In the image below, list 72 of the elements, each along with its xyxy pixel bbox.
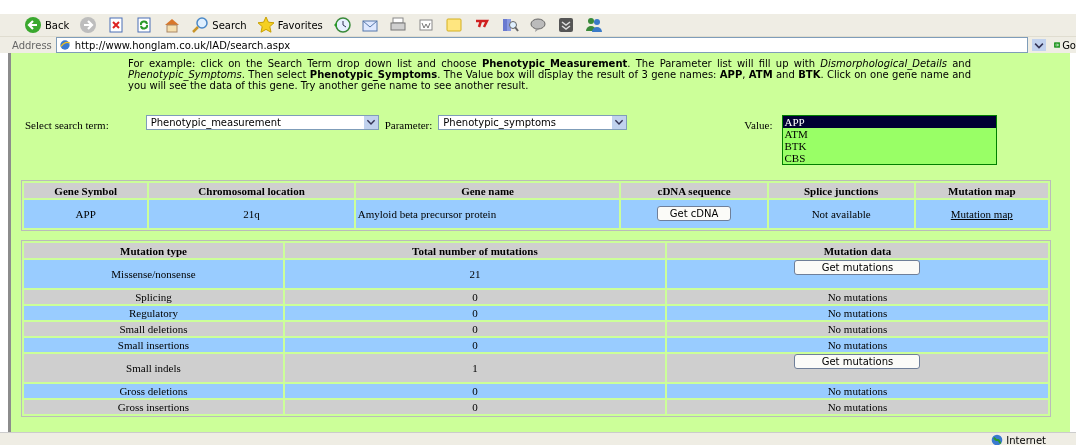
table-cell: Missense/nonsense (24, 260, 283, 289)
go-button[interactable]: Go (1050, 39, 1076, 51)
table-cell: 0 (284, 400, 665, 415)
parameter-label: Parameter: (384, 119, 433, 132)
instructions-text: For example: click on the Search Term drop down list and choose Phenotypic_Measurement. The Parameter list will fill up with Dismorphological_Details and Phenotypic_Symptoms. Then select Phenotypic_Symptoms. The Value box will display the result of 3 gene names: APP, ATM and BTK. Click on one gene name and you will see the data of this gene. Try another gene name to see another result. (128, 59, 971, 92)
list-option[interactable]: CBS (783, 152, 997, 165)
column-header: Gene name (355, 183, 620, 199)
search-term-label: Select search term: (25, 119, 109, 132)
chevron-box-icon (556, 16, 575, 34)
column-header: Chromosomal location (149, 183, 354, 199)
value-listbox[interactable]: APP ATM BTK CBS (782, 115, 998, 166)
document-edit-icon (416, 16, 435, 34)
table-cell: 0 (284, 290, 665, 305)
back-arrow-icon (24, 16, 42, 34)
internet-zone-label: Internet (1006, 434, 1046, 445)
books-magnifier-icon (500, 16, 519, 34)
people-icon (584, 16, 603, 34)
search-term-dropdown[interactable]: Phenotypic_measurement (145, 115, 379, 131)
back-arrow-button[interactable]: Back (22, 15, 72, 35)
table-cell: 0 (284, 338, 665, 353)
get-cdna-button[interactable]: Get cDNA (656, 206, 732, 222)
table-cell: No mutations (666, 338, 1048, 353)
table-cell: APP (24, 200, 148, 229)
stop-icon (107, 16, 126, 34)
table-cell: Amyloid beta precursor protein (355, 200, 620, 229)
get-mutations-button[interactable]: Get mutations (794, 260, 921, 276)
value-label: Value: (744, 119, 773, 132)
table-cell: Small indels (24, 354, 283, 383)
page-icon (58, 39, 71, 51)
address-label: Address (12, 39, 52, 51)
table-cell: 21q (149, 200, 354, 229)
list-option[interactable]: ATM (783, 128, 997, 141)
dropdown-button[interactable] (1032, 39, 1046, 51)
globe-icon (991, 434, 1004, 445)
address-field[interactable]: http://www.honglam.co.uk/IAD/search.aspx (55, 37, 1028, 53)
star-button[interactable]: Favorites (254, 15, 325, 35)
table-cell: Gross deletions (24, 384, 283, 399)
parameter-dropdown[interactable]: Phenotypic_symptoms (438, 115, 628, 131)
printer-icon (388, 16, 407, 34)
table-cell: 1 (284, 354, 665, 383)
speech-bubble-icon (528, 16, 547, 34)
column-header: Mutation data (666, 243, 1048, 259)
column-header: cDNA sequence (621, 183, 767, 199)
column-header: Mutation type (24, 243, 283, 259)
table-cell: No mutations (666, 400, 1048, 415)
note-icon (444, 16, 463, 34)
table-cell: 0 (284, 322, 665, 337)
star-icon (256, 16, 275, 34)
table-cell: Not available (768, 200, 914, 229)
column-header: Gene Symbol (24, 183, 148, 199)
table-cell: 0 (284, 306, 665, 321)
table-cell: No mutations (666, 384, 1048, 399)
table-cell: 0 (284, 384, 665, 399)
search-icon (191, 16, 210, 34)
table-cell: No mutations (666, 306, 1048, 321)
table-cell: 21 (284, 260, 665, 289)
table-cell: No mutations (666, 322, 1048, 337)
refresh-icon (135, 16, 154, 34)
history-clock-icon (332, 16, 351, 34)
get-mutations-button[interactable]: Get mutations (794, 354, 921, 370)
column-header: Total number of mutations (284, 243, 665, 259)
table-cell: Gross insertions (24, 400, 283, 415)
table-cell: Regulatory (24, 306, 283, 321)
column-header: Splice junctions (768, 183, 914, 199)
table-cell: Small deletions (24, 322, 283, 337)
search-button[interactable]: Search (189, 15, 249, 35)
table-cell: Splicing (24, 290, 283, 305)
table-cell: Small insertions (24, 338, 283, 353)
list-option[interactable]: BTK (783, 140, 997, 153)
list-option[interactable]: APP (783, 116, 997, 129)
column-header: Mutation map (915, 183, 1048, 199)
table-cell: No mutations (666, 290, 1048, 305)
